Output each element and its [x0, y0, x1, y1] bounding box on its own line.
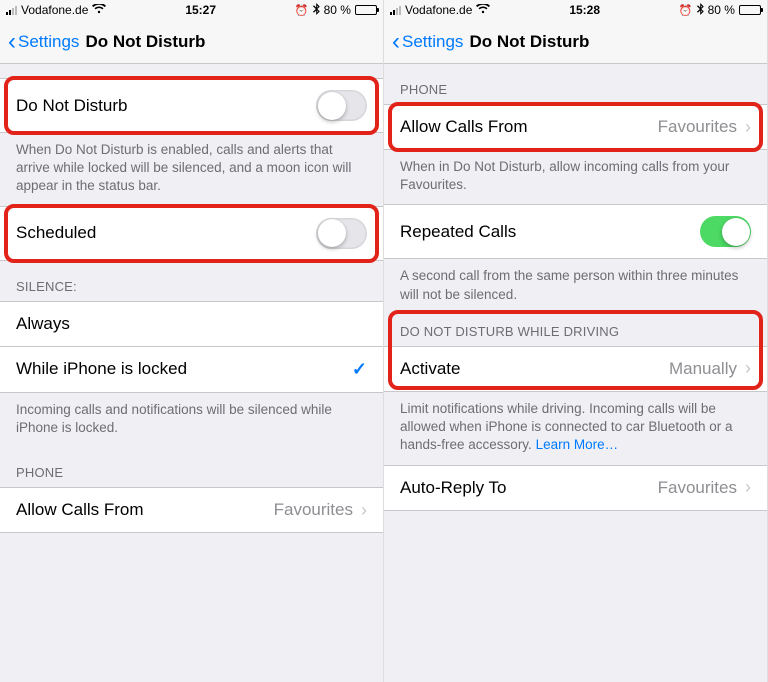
activate-label: Activate	[400, 359, 669, 379]
allow-calls-row-left[interactable]: Allow Calls From Favourites ›	[0, 487, 383, 533]
carrier-label: Vodafone.de	[405, 3, 472, 17]
auto-reply-row[interactable]: Auto-Reply To Favourites ›	[384, 465, 767, 511]
silence-locked-row[interactable]: While iPhone is locked ✓	[0, 347, 383, 393]
dnd-label: Do Not Disturb	[16, 96, 316, 116]
auto-reply-value: Favourites	[658, 478, 737, 498]
clock: 15:27	[185, 3, 216, 17]
chevron-right-icon: ›	[361, 500, 367, 521]
screen-right: Vodafone.de 15:28 ⏰ 80 % ‹ Settings Do N…	[384, 0, 768, 682]
back-button[interactable]: ‹ Settings	[392, 30, 463, 54]
silence-header: SILENCE:	[0, 261, 383, 301]
highlight-dnd: Do Not Disturb	[0, 78, 383, 133]
nav-bar: ‹ Settings Do Not Disturb	[0, 20, 383, 64]
alarm-icon: ⏰	[295, 4, 309, 17]
scheduled-label: Scheduled	[16, 223, 316, 243]
chevron-right-icon: ›	[745, 117, 751, 138]
silence-locked-label: While iPhone is locked	[16, 359, 352, 379]
allow-calls-label-left: Allow Calls From	[16, 500, 274, 520]
screen-left: Vodafone.de 15:27 ⏰ 80 % ‹ Settings Do N…	[0, 0, 384, 682]
wifi-icon	[92, 4, 106, 17]
checkmark-icon: ✓	[352, 359, 367, 380]
auto-reply-label: Auto-Reply To	[400, 478, 658, 498]
back-button[interactable]: ‹ Settings	[8, 30, 79, 54]
battery-percent: 80 %	[708, 3, 735, 17]
highlight-driving: DO NOT DISTURB WHILE DRIVING Activate Ma…	[384, 314, 767, 392]
scheduled-toggle[interactable]	[316, 218, 367, 249]
scheduled-toggle-row[interactable]: Scheduled	[0, 206, 383, 261]
chevron-left-icon: ‹	[8, 30, 16, 54]
driving-footer: Limit notifications while driving. Incom…	[384, 392, 767, 465]
chevron-right-icon: ›	[745, 358, 751, 379]
silence-always-label: Always	[16, 314, 367, 334]
chevron-right-icon: ›	[745, 477, 751, 498]
dnd-footer: When Do Not Disturb is enabled, calls an…	[0, 133, 383, 206]
chevron-left-icon: ‹	[392, 30, 400, 54]
allow-calls-value: Favourites	[658, 117, 737, 137]
activate-value: Manually	[669, 359, 737, 379]
signal-icon	[390, 5, 401, 15]
page-title: Do Not Disturb	[85, 32, 205, 52]
phone-header-right: PHONE	[384, 64, 767, 104]
battery-percent: 80 %	[324, 3, 351, 17]
allow-calls-footer: When in Do Not Disturb, allow incoming c…	[384, 150, 767, 204]
signal-icon	[6, 5, 17, 15]
phone-header-left: PHONE	[0, 447, 383, 487]
repeated-calls-label: Repeated Calls	[400, 222, 700, 242]
bluetooth-icon	[313, 3, 320, 18]
silence-footer: Incoming calls and notifications will be…	[0, 393, 383, 447]
carrier-label: Vodafone.de	[21, 3, 88, 17]
dnd-toggle-row[interactable]: Do Not Disturb	[0, 78, 383, 133]
activate-row[interactable]: Activate Manually ›	[384, 346, 767, 392]
battery-icon	[355, 5, 377, 15]
status-bar: Vodafone.de 15:28 ⏰ 80 %	[384, 0, 767, 20]
bluetooth-icon	[697, 3, 704, 18]
highlight-allow-calls: Allow Calls From Favourites ›	[384, 104, 767, 150]
alarm-icon: ⏰	[679, 4, 693, 17]
learn-more-link[interactable]: Learn More…	[536, 437, 619, 452]
allow-calls-row[interactable]: Allow Calls From Favourites ›	[384, 104, 767, 150]
back-label: Settings	[18, 32, 79, 52]
page-title: Do Not Disturb	[469, 32, 589, 52]
clock: 15:28	[569, 3, 600, 17]
status-bar: Vodafone.de 15:27 ⏰ 80 %	[0, 0, 383, 20]
wifi-icon	[476, 4, 490, 17]
silence-always-row[interactable]: Always	[0, 301, 383, 347]
repeated-calls-toggle[interactable]	[700, 216, 751, 247]
dnd-toggle[interactable]	[316, 90, 367, 121]
back-label: Settings	[402, 32, 463, 52]
repeated-calls-footer: A second call from the same person withi…	[384, 259, 767, 313]
battery-icon	[739, 5, 761, 15]
allow-calls-label: Allow Calls From	[400, 117, 658, 137]
driving-header: DO NOT DISTURB WHILE DRIVING	[384, 314, 767, 346]
highlight-scheduled: Scheduled	[0, 206, 383, 261]
nav-bar: ‹ Settings Do Not Disturb	[384, 20, 767, 64]
repeated-calls-row[interactable]: Repeated Calls	[384, 204, 767, 259]
allow-calls-value-left: Favourites	[274, 500, 353, 520]
